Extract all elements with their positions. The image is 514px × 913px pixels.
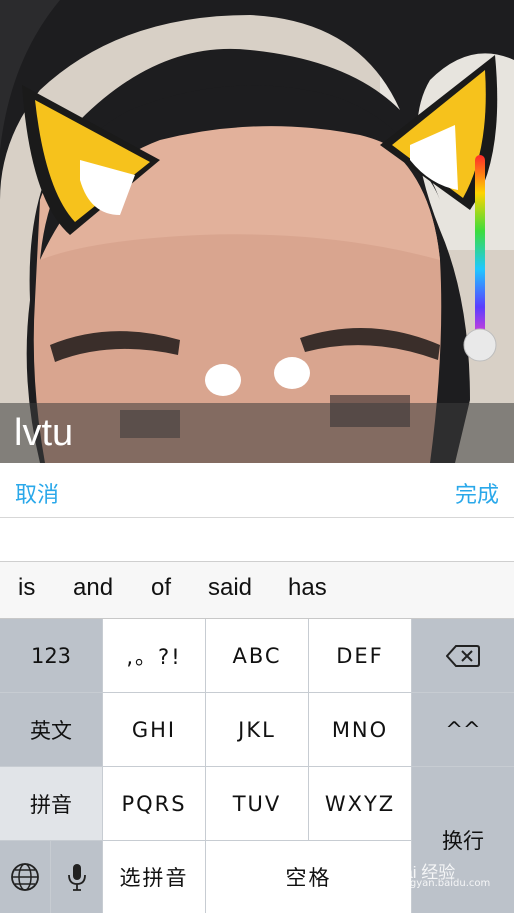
return-key[interactable]: 换行 — [412, 767, 514, 913]
key-pinyin[interactable]: 拼音 — [0, 767, 102, 840]
key-label: WXYZ — [324, 791, 396, 816]
color-slider-track — [475, 155, 485, 345]
camera-preview: lvtu — [0, 0, 514, 463]
key-label: 选拼音 — [119, 866, 189, 890]
key-emoticon[interactable]: ^^ — [412, 693, 514, 766]
caption-text[interactable]: lvtu — [14, 408, 73, 458]
face-photo — [0, 0, 514, 463]
key-punctuation[interactable]: ,。?! — [103, 619, 205, 692]
key-select-pinyin[interactable]: 选拼音 — [103, 841, 205, 913]
suggestion-item[interactable]: and — [73, 574, 113, 602]
key-label: MNO — [331, 717, 389, 742]
done-button[interactable]: 完成 — [455, 477, 499, 509]
suggestion-bar: is and of said has — [0, 562, 514, 619]
caption-bar[interactable] — [0, 403, 514, 463]
key-ghi[interactable]: GHI — [103, 693, 205, 766]
key-label: PQRS — [121, 791, 187, 816]
watermark-subtext: jingyan.baidu.com — [398, 878, 491, 889]
globe-key[interactable] — [0, 841, 50, 913]
backspace-key[interactable] — [412, 619, 514, 692]
microphone-key[interactable] — [51, 841, 102, 913]
key-def[interactable]: DEF — [309, 619, 411, 692]
key-label: DEF — [336, 643, 384, 668]
key-pqrs[interactable]: PQRS — [103, 767, 205, 840]
compose-field[interactable] — [0, 518, 514, 562]
suggestion-item[interactable]: said — [208, 574, 252, 602]
key-tuv[interactable]: TUV — [206, 767, 308, 840]
key-label: GHI — [131, 717, 177, 742]
key-label: TUV — [232, 791, 282, 816]
backspace-icon — [446, 644, 480, 667]
suggestion-item[interactable]: has — [288, 574, 327, 602]
suggestion-item[interactable]: is — [18, 574, 35, 602]
key-wxyz[interactable]: WXYZ — [309, 767, 411, 840]
key-label: JKL — [238, 717, 276, 742]
key-label: 空格 — [285, 866, 332, 890]
key-jkl[interactable]: JKL — [206, 693, 308, 766]
cancel-button[interactable]: 取消 — [15, 477, 59, 509]
microphone-icon — [67, 864, 86, 891]
globe-icon — [11, 863, 39, 891]
key-label: ABC — [232, 643, 282, 668]
suggestion-item[interactable]: of — [151, 574, 171, 602]
key-english[interactable]: 英文 — [0, 693, 102, 766]
color-slider-thumb — [463, 328, 497, 362]
key-mno[interactable]: MNO — [309, 693, 411, 766]
key-abc[interactable]: ABC — [206, 619, 308, 692]
space-key[interactable]: 空格 — [206, 841, 411, 913]
key-label: ,。?! — [126, 644, 182, 669]
key-123[interactable]: 123 — [0, 619, 102, 692]
action-bar: 取消 完成 — [0, 463, 514, 518]
